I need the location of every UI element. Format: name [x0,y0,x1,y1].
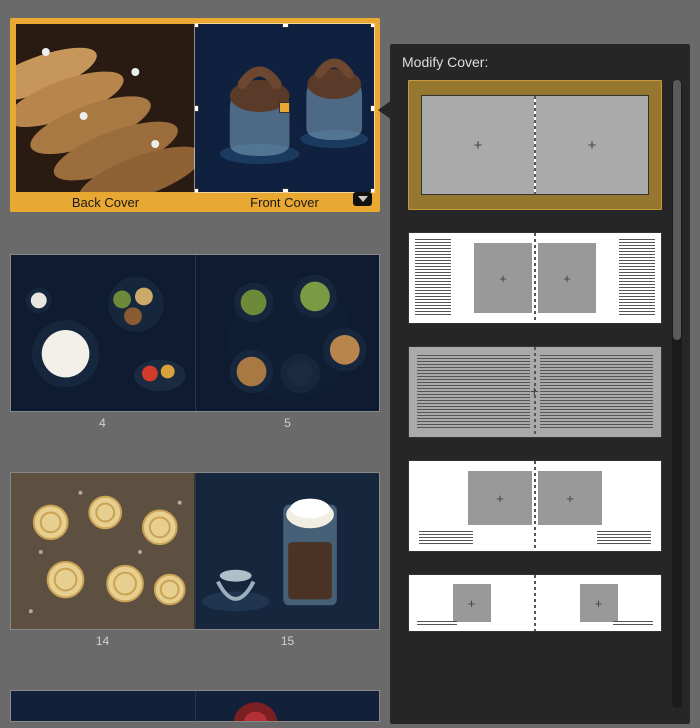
plus-icon: + [588,137,597,154]
book-pages-grid: Back Cover Front Cover [0,0,390,728]
panel-title: Modify Cover: [402,54,682,70]
plus-icon: + [499,271,507,286]
page-4[interactable] [11,255,195,411]
page-number: 14 [10,634,195,648]
page-number: 15 [195,634,380,648]
modify-cover-panel: Modify Cover: + + + + [390,44,690,724]
plus-icon: + [474,137,483,154]
back-cover-label: Back Cover [16,195,195,210]
spread-14-15[interactable]: 14 15 [10,472,380,648]
spread-next-peek[interactable] [10,690,380,722]
template-two-small-photo-caption[interactable]: + + [408,574,662,632]
template-popout-button[interactable] [353,192,372,206]
template-text-wrap-two-photo[interactable]: + + [408,232,662,324]
back-cover-page[interactable] [16,24,195,192]
page-number: 4 [10,416,195,430]
popout-connector [378,100,392,120]
template-scrollbar[interactable] [672,80,682,708]
template-text-overlay-single[interactable]: + [408,346,662,438]
plus-icon: + [530,384,539,401]
plus-icon: + [468,596,476,611]
page-15[interactable] [195,473,380,629]
cover-spread[interactable]: Back Cover Front Cover [10,18,380,212]
plus-icon: + [595,596,603,611]
plus-icon: + [496,491,504,506]
page-14[interactable] [11,473,195,629]
spread-4-5[interactable]: 4 5 [10,254,380,430]
plus-icon: + [566,491,574,506]
template-full-bleed-two-photo[interactable]: + + [408,80,662,210]
page-5[interactable] [195,255,380,411]
front-cover-label: Front Cover [195,195,374,210]
scrollbar-thumb[interactable] [673,80,681,340]
template-white-bg-two-photo-text[interactable]: + + [408,460,662,552]
template-list: + + + + [402,80,682,708]
front-cover-page[interactable] [195,24,374,192]
plus-icon: + [563,271,571,286]
page-number: 5 [195,416,380,430]
